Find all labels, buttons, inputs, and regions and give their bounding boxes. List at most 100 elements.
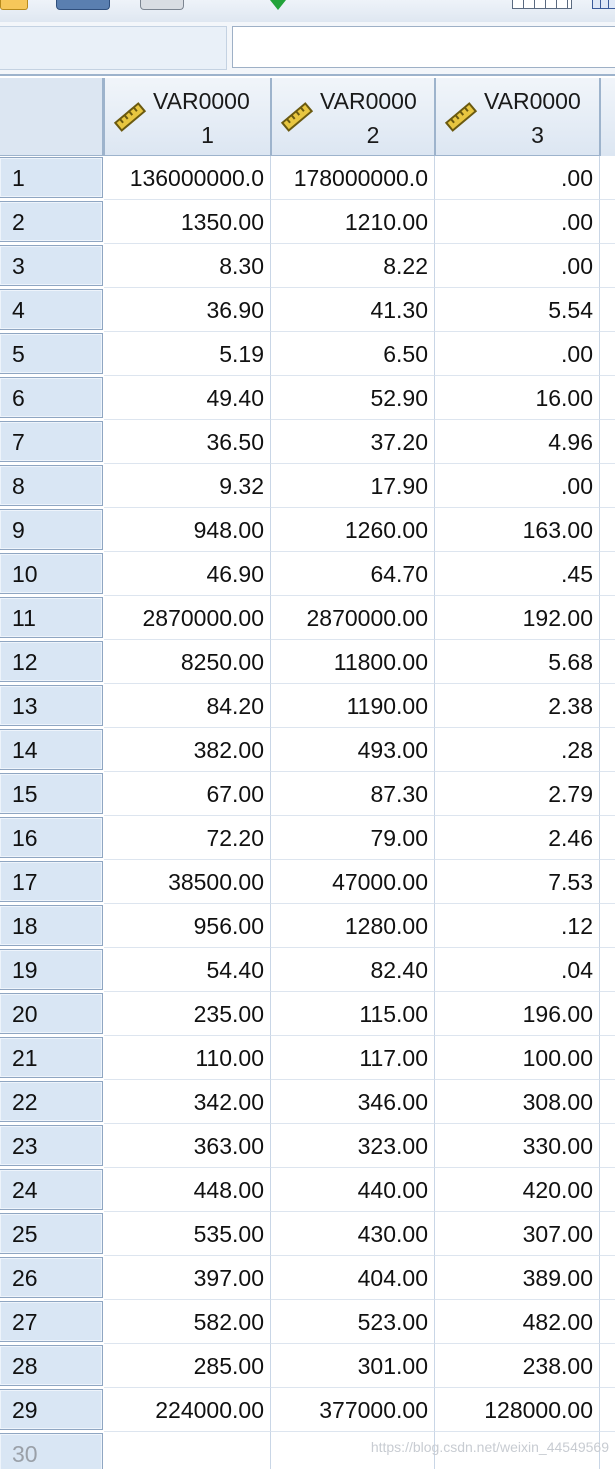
data-cell[interactable]: 82.40: [271, 948, 435, 992]
row-number[interactable]: 24: [0, 1169, 103, 1210]
data-cell[interactable]: 238.00: [435, 1344, 600, 1388]
data-cell[interactable]: [600, 1300, 615, 1344]
data-cell[interactable]: 301.00: [271, 1344, 435, 1388]
data-cell[interactable]: 11800.00: [271, 640, 435, 684]
data-cell[interactable]: 192.00: [435, 596, 600, 640]
data-cell[interactable]: 67.00: [104, 772, 271, 816]
save-icon[interactable]: [56, 0, 110, 10]
open-folder-icon[interactable]: [0, 0, 28, 10]
row-number[interactable]: 20: [0, 993, 103, 1034]
data-cell[interactable]: [600, 1344, 615, 1388]
data-cell[interactable]: 377000.00: [271, 1388, 435, 1432]
row-number[interactable]: 25: [0, 1213, 103, 1254]
row-number[interactable]: 26: [0, 1257, 103, 1298]
data-cell[interactable]: 308.00: [435, 1080, 600, 1124]
cell-reference-box[interactable]: [0, 26, 227, 70]
data-cell[interactable]: 1210.00: [271, 200, 435, 244]
row-number[interactable]: 5: [0, 333, 103, 374]
table-icon[interactable]: [592, 0, 615, 9]
data-cell[interactable]: 2.46: [435, 816, 600, 860]
data-cell[interactable]: 110.00: [104, 1036, 271, 1080]
data-cell[interactable]: 7.53: [435, 860, 600, 904]
data-cell[interactable]: 307.00: [435, 1212, 600, 1256]
data-cell[interactable]: 87.30: [271, 772, 435, 816]
data-cell[interactable]: 9.32: [104, 464, 271, 508]
data-cell[interactable]: 2870000.00: [104, 596, 271, 640]
row-number[interactable]: 27: [0, 1301, 103, 1342]
data-cell[interactable]: 2.38: [435, 684, 600, 728]
data-cell[interactable]: 5.19: [104, 332, 271, 376]
data-cell[interactable]: [600, 640, 615, 684]
data-cell[interactable]: [600, 464, 615, 508]
data-cell[interactable]: .00: [435, 200, 600, 244]
data-cell[interactable]: 47000.00: [271, 860, 435, 904]
data-cell[interactable]: [600, 1080, 615, 1124]
data-cell[interactable]: 128000.00: [435, 1388, 600, 1432]
data-cell[interactable]: 79.00: [271, 816, 435, 860]
row-number[interactable]: 13: [0, 685, 103, 726]
data-cell[interactable]: 1190.00: [271, 684, 435, 728]
row-number[interactable]: 15: [0, 773, 103, 814]
data-cell[interactable]: 17.90: [271, 464, 435, 508]
data-cell[interactable]: .00: [435, 244, 600, 288]
row-number[interactable]: 9: [0, 509, 103, 550]
data-cell[interactable]: [600, 552, 615, 596]
row-number[interactable]: 21: [0, 1037, 103, 1078]
data-cell[interactable]: 196.00: [435, 992, 600, 1036]
data-cell[interactable]: 36.50: [104, 420, 271, 464]
data-cell[interactable]: [600, 1388, 615, 1432]
data-cell[interactable]: 948.00: [104, 508, 271, 552]
data-cell[interactable]: 8250.00: [104, 640, 271, 684]
row-number[interactable]: 29: [0, 1389, 103, 1430]
cell-value-input[interactable]: [232, 26, 615, 68]
data-cell[interactable]: 64.70: [271, 552, 435, 596]
data-cell[interactable]: [600, 684, 615, 728]
data-cell[interactable]: 1280.00: [271, 904, 435, 948]
data-cell[interactable]: [600, 772, 615, 816]
data-cell[interactable]: 523.00: [271, 1300, 435, 1344]
row-number[interactable]: 28: [0, 1345, 103, 1386]
data-cell[interactable]: .00: [435, 332, 600, 376]
data-cell[interactable]: [600, 904, 615, 948]
data-cell[interactable]: 430.00: [271, 1212, 435, 1256]
row-number[interactable]: 10: [0, 553, 103, 594]
data-cell[interactable]: .00: [435, 464, 600, 508]
row-number[interactable]: 12: [0, 641, 103, 682]
data-cell[interactable]: [600, 596, 615, 640]
data-cell[interactable]: 54.40: [104, 948, 271, 992]
row-number[interactable]: 19: [0, 949, 103, 990]
data-cell[interactable]: [600, 816, 615, 860]
data-cell[interactable]: .45: [435, 552, 600, 596]
data-cell[interactable]: 38500.00: [104, 860, 271, 904]
data-cell[interactable]: 482.00: [435, 1300, 600, 1344]
data-cell[interactable]: 6.50: [271, 332, 435, 376]
data-cell[interactable]: 16.00: [435, 376, 600, 420]
data-cell[interactable]: [600, 1124, 615, 1168]
data-cell[interactable]: 330.00: [435, 1124, 600, 1168]
data-cell[interactable]: 100.00: [435, 1036, 600, 1080]
data-cell[interactable]: [600, 156, 615, 200]
data-cell[interactable]: 8.22: [271, 244, 435, 288]
data-cell[interactable]: 582.00: [104, 1300, 271, 1344]
data-cell[interactable]: 285.00: [104, 1344, 271, 1388]
data-cell[interactable]: 323.00: [271, 1124, 435, 1168]
data-cell[interactable]: [600, 244, 615, 288]
data-cell[interactable]: .28: [435, 728, 600, 772]
data-cell[interactable]: 224000.00: [104, 1388, 271, 1432]
data-cell[interactable]: .00: [435, 156, 600, 200]
data-cell[interactable]: [600, 860, 615, 904]
data-cell[interactable]: [600, 508, 615, 552]
data-cell[interactable]: [600, 1036, 615, 1080]
data-cell[interactable]: 178000000.0: [271, 156, 435, 200]
row-number[interactable]: 14: [0, 729, 103, 770]
data-cell[interactable]: 956.00: [104, 904, 271, 948]
row-number[interactable]: 2: [0, 201, 103, 242]
data-cell[interactable]: 440.00: [271, 1168, 435, 1212]
data-cell[interactable]: 397.00: [104, 1256, 271, 1300]
data-cell[interactable]: 5.68: [435, 640, 600, 684]
data-cell[interactable]: [600, 728, 615, 772]
data-cell[interactable]: 52.90: [271, 376, 435, 420]
data-cell[interactable]: 493.00: [271, 728, 435, 772]
data-cell[interactable]: 37.20: [271, 420, 435, 464]
data-cell[interactable]: 235.00: [104, 992, 271, 1036]
